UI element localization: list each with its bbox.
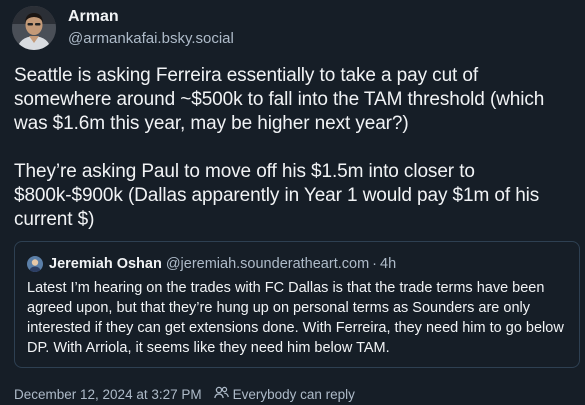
post-body-text: Seattle is asking Ferreira essentially t… (14, 65, 545, 230)
quoted-post-text: Latest I’m hearing on the trades with FC… (27, 280, 564, 356)
quoted-author-avatar[interactable] (27, 256, 43, 272)
post-card: Arman @armankafai.bsky.social Seattle is… (0, 0, 585, 405)
author-avatar[interactable] (12, 6, 56, 50)
quoted-post-header: Jeremiah Oshan @jeremiah.sounderatheart.… (27, 256, 396, 272)
post-footer: December 12, 2024 at 3:27 PM Everybody c… (14, 386, 355, 402)
quoted-author-handle[interactable]: @jeremiah.sounderatheart.com (166, 256, 369, 272)
quoted-author-name[interactable]: Jeremiah Oshan (49, 256, 162, 272)
quoted-post-age[interactable]: 4h (380, 256, 396, 272)
post-timestamp[interactable]: December 12, 2024 at 3:27 PM (14, 387, 202, 402)
quoted-profile-photo-icon (27, 256, 43, 272)
people-icon (213, 386, 229, 402)
author-display-name[interactable]: Arman (68, 8, 119, 26)
profile-photo-icon (12, 6, 56, 50)
author-handle[interactable]: @armankafai.bsky.social (68, 30, 234, 47)
reply-permission-label[interactable]: Everybody can reply (233, 387, 355, 402)
quoted-post[interactable]: Jeremiah Oshan @jeremiah.sounderatheart.… (14, 241, 580, 368)
quoted-separator-dot: · (372, 256, 377, 272)
